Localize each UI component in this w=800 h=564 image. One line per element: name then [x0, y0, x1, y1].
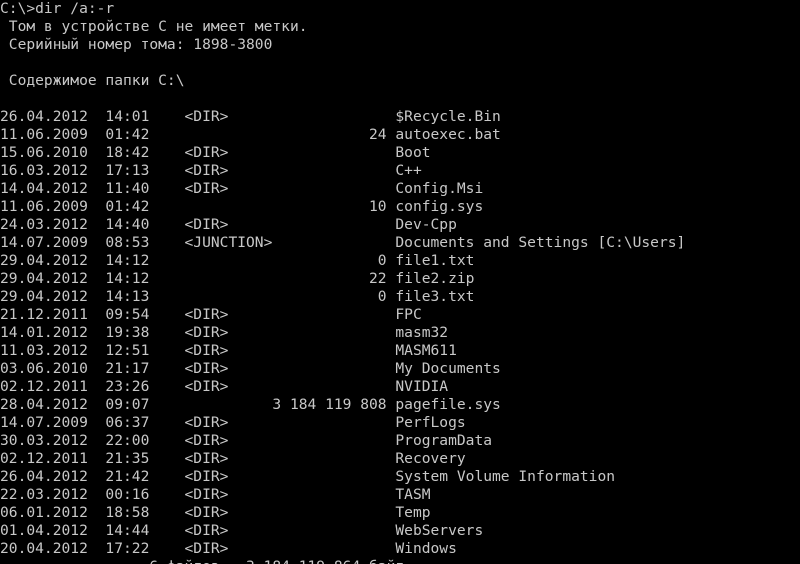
listing-row: 11.06.2009 01:42 24 autoexec.bat	[0, 126, 501, 143]
listing-row: 29.04.2012 14:12 0 file1.txt	[0, 252, 475, 269]
volume-serial-line: Серийный номер тома: 1898-3800	[0, 36, 273, 53]
listing-row: 24.03.2012 14:40 <DIR> Dev-Cpp	[0, 216, 457, 233]
listing-row: 29.04.2012 14:13 0 file3.txt	[0, 288, 475, 305]
listing-row: 01.04.2012 14:44 <DIR> WebServers	[0, 522, 484, 539]
listing-row: 30.03.2012 22:00 <DIR> ProgramData	[0, 432, 493, 449]
volume-label-line: Том в устройстве C не имеет метки.	[0, 18, 308, 35]
spacer-line-2	[0, 90, 800, 108]
listing-row: 16.03.2012 17:13 <DIR> C++	[0, 162, 422, 179]
listing-row: 22.03.2012 00:16 <DIR> TASM	[0, 486, 431, 503]
listing-row: 14.07.2009 06:37 <DIR> PerfLogs	[0, 414, 466, 431]
listing-row: 21.12.2011 09:54 <DIR> FPC	[0, 306, 422, 323]
summary-files-line: 6 файлов 3 184 119 864 байт	[0, 558, 800, 564]
command-line: C:\>dir /a:-r	[0, 0, 115, 17]
listing-row: 29.04.2012 14:12 22 file2.zip	[0, 270, 475, 287]
listing-row: 14.01.2012 19:38 <DIR> masm32	[0, 324, 449, 341]
directory-of-line: Содержимое папки C:\	[0, 72, 185, 89]
listing-row: 26.04.2012 14:01 <DIR> $Recycle.Bin	[0, 108, 501, 125]
listing-row: 02.12.2011 21:35 <DIR> Recovery	[0, 450, 466, 467]
listing-row: 14.07.2009 08:53 <JUNCTION> Documents an…	[0, 234, 686, 251]
listing-row: 15.06.2010 18:42 <DIR> Boot	[0, 144, 431, 161]
terminal-window[interactable]: C:\>dir /a:-r Том в устройстве C не имее…	[0, 0, 800, 564]
listing-row: 14.04.2012 11:40 <DIR> Config.Msi	[0, 180, 484, 197]
spacer-line-1	[0, 54, 800, 72]
listing-row: 20.04.2012 17:22 <DIR> Windows	[0, 540, 457, 557]
listing-row: 03.06.2010 21:17 <DIR> My Documents	[0, 360, 501, 377]
listing-row: 28.04.2012 09:07 3 184 119 808 pagefile.…	[0, 396, 501, 413]
listing-row: 11.06.2009 01:42 10 config.sys	[0, 198, 484, 215]
listing-row: 26.04.2012 21:42 <DIR> System Volume Inf…	[0, 468, 616, 485]
listing-row: 02.12.2011 23:26 <DIR> NVIDIA	[0, 378, 449, 395]
listing-row: 11.03.2012 12:51 <DIR> MASM611	[0, 342, 457, 359]
directory-listing: 26.04.2012 14:01 <DIR> $Recycle.Bin 11.06…	[0, 108, 800, 558]
listing-row: 06.01.2012 18:58 <DIR> Temp	[0, 504, 431, 521]
